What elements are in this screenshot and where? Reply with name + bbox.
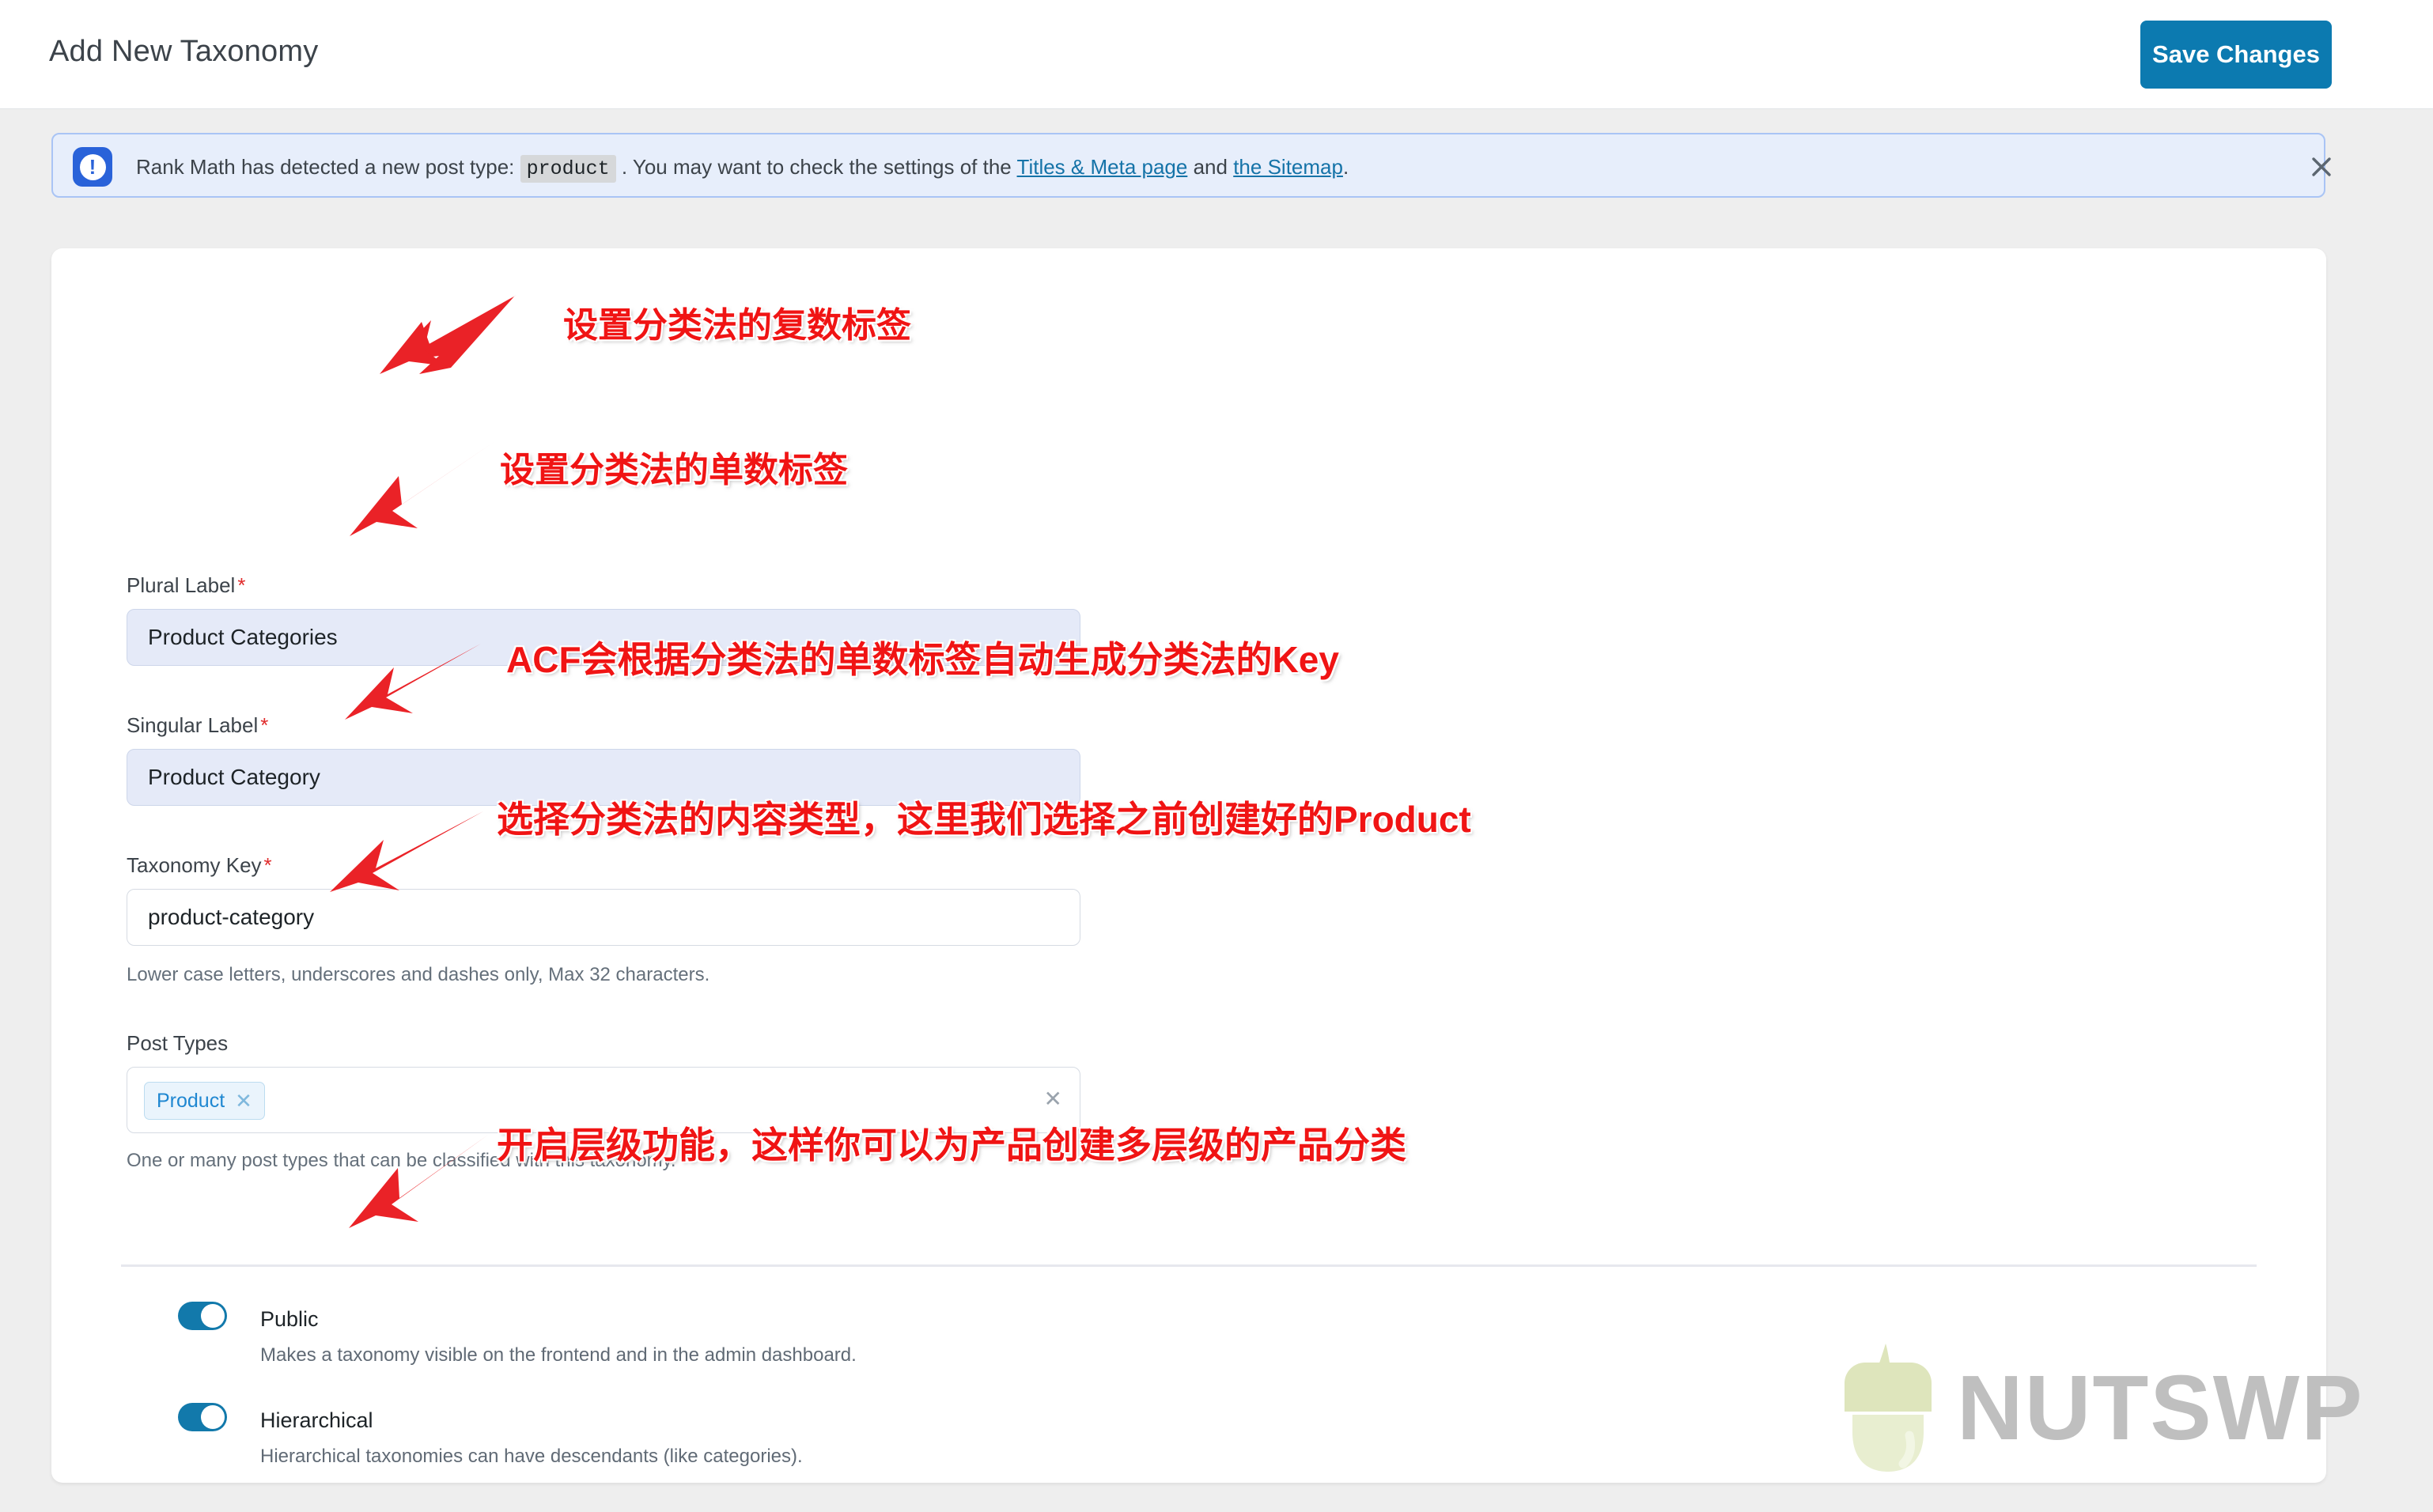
titles-meta-page-link[interactable]: Titles & Meta page	[1017, 155, 1188, 179]
required-marker: *	[260, 713, 269, 737]
annotation-text-2: 设置分类法的单数标签	[500, 451, 848, 490]
hierarchical-toggle-label: Hierarchical	[260, 1408, 373, 1432]
hierarchical-toggle-desc: Hierarchical taxonomies can have descend…	[260, 1446, 803, 1467]
taxonomy-form-card: Plural Label* Singular Label* Taxonomy K…	[51, 248, 2326, 1483]
post-type-chip-label: Product	[157, 1089, 225, 1112]
required-marker: *	[263, 853, 272, 877]
page-header: Add New Taxonomy Save Changes	[0, 0, 2433, 109]
annotation-text-4: 选择分类法的内容类型，这里我们选择之前创建好的Product	[497, 799, 1471, 840]
alert-icon: !	[73, 147, 112, 187]
taxonomy-key-label: Taxonomy Key *	[127, 853, 272, 877]
post-types-label: Post Types	[127, 1031, 229, 1055]
clear-icon[interactable]: ✕	[1044, 1088, 1062, 1110]
public-toggle[interactable]	[178, 1302, 227, 1330]
divider-top	[121, 1264, 2257, 1267]
notice-text-before: Rank Math has detected a new post type:	[136, 155, 515, 179]
sitemap-link[interactable]: the Sitemap	[1233, 155, 1343, 179]
page-root: Add New Taxonomy Save Changes ! Rank Mat…	[0, 0, 2433, 1512]
notice-text-end: .	[1342, 155, 1349, 179]
close-icon[interactable]: ✕	[235, 1091, 252, 1111]
annotation-text-3: ACF会根据分类法的单数标签自动生成分类法的Key	[506, 639, 1339, 680]
taxonomy-key-help: Lower case letters, underscores and dash…	[127, 964, 710, 985]
post-type-chip[interactable]: Product ✕	[144, 1082, 265, 1120]
notice-text-and: and	[1193, 155, 1228, 179]
close-icon[interactable]	[2303, 149, 2340, 185]
save-changes-button[interactable]: Save Changes	[2140, 21, 2332, 89]
singular-label-label: Singular Label *	[127, 713, 269, 737]
notice-text-middle: . You may want to check the settings of …	[621, 155, 1012, 179]
rank-math-notice: ! Rank Math has detected a new post type…	[51, 133, 2331, 198]
annotation-text-5: 开启层级功能，这样你可以为产品创建多层级的产品分类	[497, 1125, 1406, 1166]
notice-message: Rank Math has detected a new post type: …	[136, 153, 1349, 183]
annotation-text-1: 设置分类法的复数标签	[563, 306, 911, 345]
required-marker: *	[237, 573, 246, 597]
notice-post-type-code: product	[520, 155, 616, 183]
page-title: Add New Taxonomy	[49, 35, 319, 68]
public-toggle-label: Public	[260, 1307, 319, 1331]
plural-label-label: Plural Label *	[127, 573, 246, 597]
taxonomy-key-input[interactable]	[127, 889, 1080, 946]
hierarchical-toggle[interactable]	[178, 1403, 227, 1431]
public-toggle-desc: Makes a taxonomy visible on the frontend…	[260, 1344, 857, 1366]
